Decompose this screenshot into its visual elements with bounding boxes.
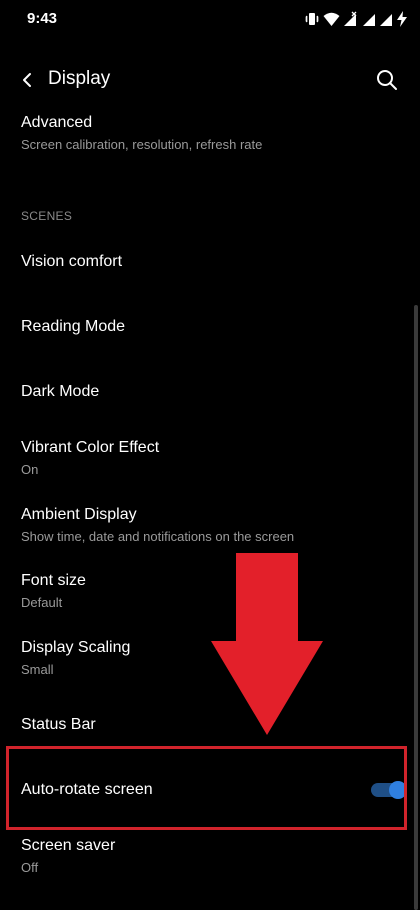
- item-title: Font size: [21, 572, 86, 589]
- item-subtitle: Small: [21, 662, 54, 677]
- list-item-vision-comfort[interactable]: Vision comfort: [0, 240, 410, 284]
- item-title: Status Bar: [21, 716, 96, 733]
- back-arrow-icon[interactable]: [14, 67, 40, 93]
- list-item-advanced[interactable]: Advanced Screen calibration, resolution,…: [0, 108, 410, 168]
- item-subtitle: Default: [21, 595, 63, 610]
- status-icons: [304, 10, 408, 28]
- item-title: Reading Mode: [21, 318, 126, 335]
- item-subtitle: Screen calibration, resolution, refresh …: [21, 137, 263, 152]
- item-subtitle: Off: [21, 860, 39, 875]
- status-time: 9:43: [27, 10, 58, 27]
- item-title: Ambient Display: [21, 506, 137, 523]
- search-icon[interactable]: [374, 67, 400, 93]
- battery-charging-icon: [396, 11, 408, 27]
- highlight-box-annotation: [6, 746, 407, 830]
- signal-icon: [362, 11, 376, 27]
- item-title: Advanced: [21, 114, 93, 131]
- vibrate-icon: [304, 11, 320, 27]
- page-title: Display: [48, 68, 111, 89]
- wifi-icon: [323, 11, 340, 27]
- item-title: Screen saver: [21, 837, 116, 854]
- list-item-display-scaling[interactable]: Display Scaling Small: [0, 633, 410, 688]
- item-subtitle: Show time, date and notifications on the…: [21, 529, 295, 544]
- item-title: Vision comfort: [21, 253, 123, 270]
- app-bar: Display: [0, 55, 420, 105]
- scrollbar[interactable]: [414, 305, 418, 910]
- list-item-reading-mode[interactable]: Reading Mode: [0, 305, 410, 349]
- item-title: Vibrant Color Effect: [21, 439, 160, 456]
- status-bar: 9:43: [0, 0, 420, 40]
- list-item-font-size[interactable]: Font size Default: [0, 566, 410, 621]
- list-item-vibrant-color-effect[interactable]: Vibrant Color Effect On: [0, 433, 410, 488]
- item-title: Display Scaling: [21, 639, 131, 656]
- signal-x-icon: [343, 11, 359, 27]
- item-subtitle: On: [21, 462, 39, 477]
- list-item-ambient-display[interactable]: Ambient Display Show time, date and noti…: [0, 500, 410, 555]
- signal-icon: [379, 11, 393, 27]
- list-item-dark-mode[interactable]: Dark Mode: [0, 370, 410, 414]
- item-title: Dark Mode: [21, 383, 100, 400]
- section-header-scenes: SCENES: [21, 209, 73, 223]
- list-item-screen-saver[interactable]: Screen saver Off: [0, 831, 410, 886]
- red-arrow-annotation: [210, 553, 324, 741]
- list-item-status-bar[interactable]: Status Bar: [0, 703, 410, 747]
